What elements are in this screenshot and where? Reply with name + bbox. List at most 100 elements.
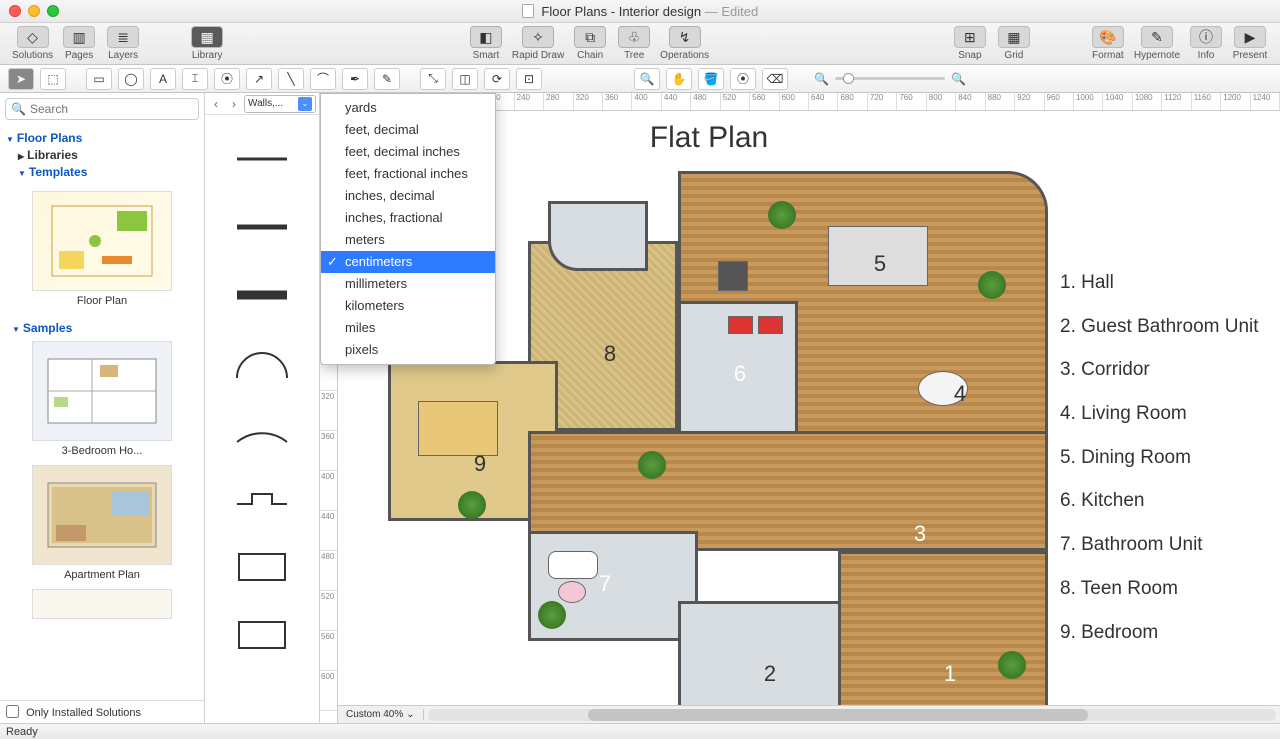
connector-tool[interactable]: ⤡ <box>420 68 446 90</box>
stencil-category-combo[interactable]: Walls,... ⌄ <box>244 95 316 113</box>
solutions-button[interactable]: ◇Solutions <box>8 26 57 61</box>
zoom-out-icon[interactable]: 🔍 <box>814 72 829 86</box>
rapiddraw-button[interactable]: ✧Rapid Draw <box>508 26 568 61</box>
legend-item: 8. Teen Room <box>1060 567 1272 611</box>
close-icon[interactable] <box>9 5 21 17</box>
line-tool[interactable]: ╲ <box>278 68 304 90</box>
units-option[interactable]: inches, fractional <box>321 207 495 229</box>
arrow-tool[interactable]: ↗ <box>246 68 272 90</box>
legend-item: 2. Guest Bathroom Unit <box>1060 305 1272 349</box>
brush-tool[interactable]: ✎ <box>374 68 400 90</box>
stencil-back-icon[interactable]: ‹ <box>208 96 224 112</box>
units-dropdown[interactable]: yardsfeet, decimalfeet, decimal inchesfe… <box>320 93 496 365</box>
pointer-tool[interactable]: ➤ <box>8 68 34 90</box>
chair-icon <box>718 261 748 291</box>
pages-button[interactable]: ▥Pages <box>57 26 101 61</box>
callout-tool[interactable]: ⦿ <box>214 68 240 90</box>
layers-button[interactable]: ≣Layers <box>101 26 145 61</box>
units-option[interactable]: millimeters <box>321 273 495 295</box>
stencil-fwd-icon[interactable]: › <box>226 96 242 112</box>
zoom-tool[interactable]: 🔍 <box>634 68 660 90</box>
legend-item: 4. Living Room <box>1060 392 1272 436</box>
tree-floorplans[interactable]: Floor Plans <box>6 131 198 145</box>
chain-button[interactable]: ⧉Chain <box>568 26 612 61</box>
sample-extra[interactable] <box>6 589 198 619</box>
shape-step[interactable] <box>205 465 319 533</box>
shape-wall-thick[interactable] <box>205 261 319 329</box>
chevron-down-icon: ⌄ <box>406 709 414 720</box>
library-button[interactable]: ▦Library <box>185 26 229 61</box>
tree-libraries[interactable]: Libraries <box>18 148 198 162</box>
fill-tool[interactable]: 🪣 <box>698 68 724 90</box>
tree-button[interactable]: ♧Tree <box>612 26 656 61</box>
shape-tool[interactable]: ◫ <box>452 68 478 90</box>
doc-name: Floor Plans - Interior design <box>541 4 701 19</box>
shape-rect2[interactable] <box>205 601 319 669</box>
units-option[interactable]: feet, fractional inches <box>321 163 495 185</box>
search-input[interactable] <box>5 98 199 120</box>
stool-icon <box>728 316 753 334</box>
room-number: 6 <box>728 361 752 387</box>
rect-tool[interactable]: ▭ <box>86 68 112 90</box>
shape-rect[interactable] <box>205 533 319 601</box>
zoom-icon[interactable] <box>47 5 59 17</box>
units-option[interactable]: centimeters <box>321 251 495 273</box>
hand-tool[interactable]: ✋ <box>666 68 692 90</box>
sample-thumb-icon <box>32 465 172 565</box>
shape-arc-flat[interactable] <box>205 397 319 465</box>
template-floorplan[interactable]: Floor Plan <box>6 191 198 307</box>
left-panel: 🔍 Floor Plans Libraries Templates Floor … <box>0 93 205 723</box>
plant-icon <box>638 451 666 479</box>
pen-tool[interactable]: ✒ <box>342 68 368 90</box>
zoom-slider[interactable]: 🔍 🔍 <box>814 72 966 86</box>
eraser-tool[interactable]: ⌫ <box>762 68 788 90</box>
room-number: 8 <box>598 341 622 367</box>
only-installed-checkbox[interactable] <box>6 705 19 718</box>
hypernote-button[interactable]: ✎Hypernote <box>1130 26 1184 61</box>
units-option[interactable]: meters <box>321 229 495 251</box>
units-option[interactable]: pixels <box>321 339 495 361</box>
thumbnail-list: Floor Plan Samples 3-Bedroom Ho... Apart… <box>0 185 204 700</box>
present-button[interactable]: ▶Present <box>1228 26 1272 61</box>
tree-samples[interactable]: Samples <box>12 321 192 335</box>
canvas-footer: Custom 40% ⌄ <box>338 705 1280 723</box>
smart-button[interactable]: ◧Smart <box>464 26 508 61</box>
shape-wall-medium[interactable] <box>205 193 319 261</box>
format-button[interactable]: 🎨Format <box>1086 26 1130 61</box>
rotate-tool[interactable]: ⟳ <box>484 68 510 90</box>
units-option[interactable]: feet, decimal inches <box>321 141 495 163</box>
zoom-display[interactable]: Custom 40% ⌄ <box>338 709 424 720</box>
units-option[interactable]: kilometers <box>321 295 495 317</box>
room-number: 7 <box>593 571 617 597</box>
stencil-panel: ‹ › Walls,... ⌄ <box>205 93 320 723</box>
ellipse-tool[interactable]: ◯ <box>118 68 144 90</box>
legend-item: 6. Kitchen <box>1060 479 1272 523</box>
units-option[interactable]: inches, decimal <box>321 185 495 207</box>
tree-templates[interactable]: Templates <box>18 165 198 179</box>
units-option[interactable]: feet, decimal <box>321 119 495 141</box>
minimize-icon[interactable] <box>28 5 40 17</box>
marquee-tool[interactable]: ⬚ <box>40 68 66 90</box>
operations-button[interactable]: ↯Operations <box>656 26 713 61</box>
room-number: 5 <box>868 251 892 277</box>
crop-tool[interactable]: ⊡ <box>516 68 542 90</box>
zoom-in-icon[interactable]: 🔍 <box>951 72 966 86</box>
grid-button[interactable]: ▦Grid <box>992 26 1036 61</box>
shape-wall[interactable] <box>205 125 319 193</box>
arc-tool[interactable]: ⌒ <box>310 68 336 90</box>
info-button[interactable]: ⓘInfo <box>1184 26 1228 61</box>
shape-arc-door[interactable] <box>205 329 319 397</box>
sample-3bedroom[interactable]: 3-Bedroom Ho... <box>6 341 198 457</box>
units-option[interactable]: yards <box>321 97 495 119</box>
snap-button[interactable]: ⊞Snap <box>948 26 992 61</box>
units-option[interactable]: miles <box>321 317 495 339</box>
template-thumb-icon <box>32 191 172 291</box>
search-box[interactable]: 🔍 <box>5 98 199 120</box>
sample-apartment[interactable]: Apartment Plan <box>6 465 198 581</box>
eyedrop-tool[interactable]: ⦿ <box>730 68 756 90</box>
textbox-tool[interactable]: ⌶ <box>182 68 208 90</box>
text-tool[interactable]: A <box>150 68 176 90</box>
h-scrollbar[interactable] <box>428 709 1276 721</box>
sample-caption: 3-Bedroom Ho... <box>6 445 198 457</box>
traffic-lights <box>0 5 59 17</box>
